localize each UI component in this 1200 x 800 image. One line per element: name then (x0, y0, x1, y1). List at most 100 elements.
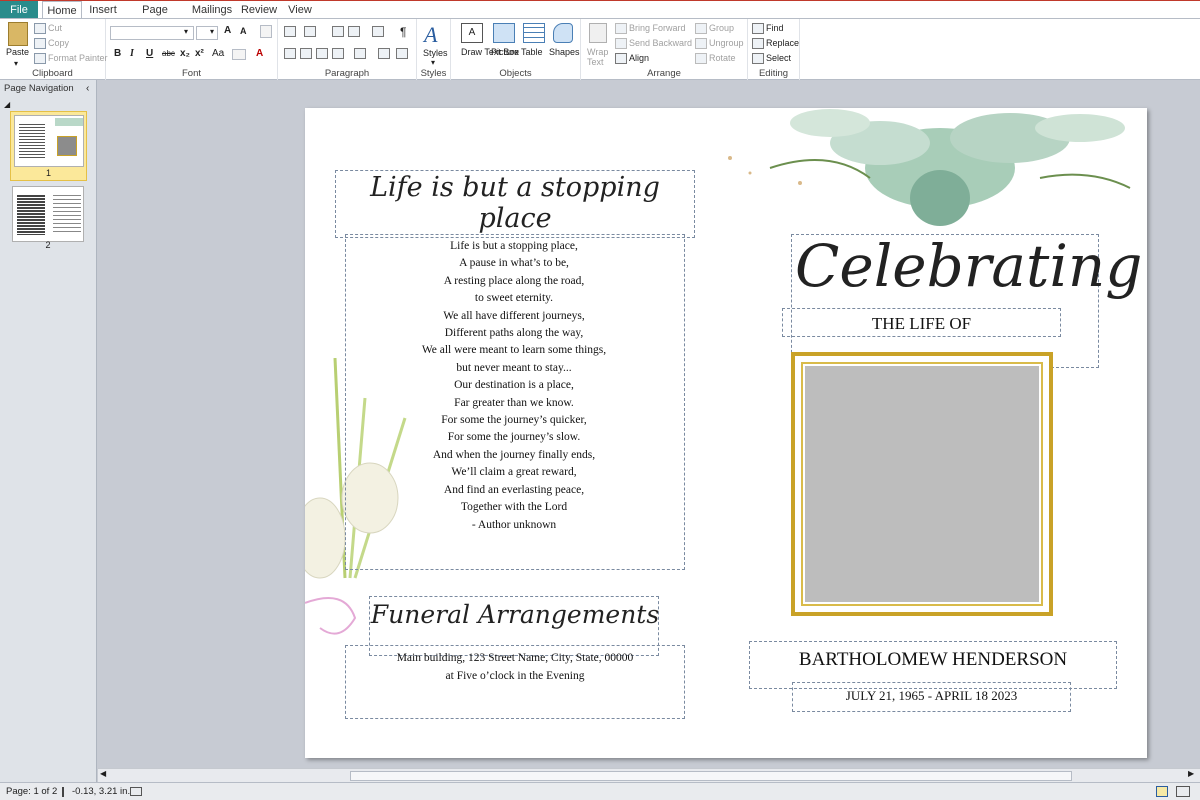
object-size-icon (130, 787, 142, 796)
ribbon: Paste ▾ Cut Copy Format Painter Clipboar… (0, 18, 1200, 80)
increase-indent-icon[interactable] (348, 26, 360, 37)
format-painter-button[interactable]: Format Painter (48, 53, 108, 63)
paste-dropdown-icon[interactable]: ▾ (14, 59, 18, 68)
tab-file[interactable]: File (0, 1, 38, 19)
page-number-2: 2 (45, 240, 51, 250)
bring-forward-button[interactable]: Bring Forward (629, 23, 686, 33)
align-icon (615, 53, 627, 64)
paragraph-group: ¶ Paragraph (278, 19, 417, 80)
align-button[interactable]: Align (629, 53, 649, 63)
bullets-icon[interactable] (284, 26, 296, 37)
paragraph-label: Paragraph (324, 68, 370, 79)
poem-line: And find an everlasting peace, (443, 483, 585, 496)
picture-icon (493, 23, 515, 43)
deceased-name: BARTHOLOMEW HENDERSON (798, 649, 1068, 670)
rotate-icon (695, 53, 707, 64)
objects-group: A Draw Text Box Picture Table Shapes Obj… (451, 19, 581, 80)
copy-button[interactable]: Copy (48, 38, 69, 48)
scroll-right-icon[interactable]: ▶ (1188, 769, 1194, 778)
funeral-time: at Five o’clock in the Evening (445, 670, 585, 682)
italic-button[interactable]: I (130, 48, 134, 59)
subscript-button[interactable]: x₂ (180, 48, 190, 59)
tab-insert[interactable]: Insert (86, 1, 120, 19)
font-name-dropdown-icon[interactable]: ▾ (184, 27, 188, 36)
text-box-icon: A (461, 23, 483, 43)
funeral-title: Funeral Arrangements (370, 600, 660, 629)
picture-button[interactable]: Picture (491, 47, 519, 57)
align-right-icon[interactable] (316, 48, 328, 59)
poem-line: but never meant to stay... (456, 361, 572, 374)
photo-placeholder[interactable] (805, 366, 1039, 602)
clear-formatting-icon[interactable] (260, 25, 272, 38)
paste-button[interactable]: Paste (6, 47, 29, 57)
shapes-button[interactable]: Shapes (549, 47, 580, 57)
page-indicator[interactable]: Page: 1 of 2 (6, 786, 57, 797)
shrink-font-button[interactable]: A (240, 26, 247, 36)
group-button[interactable]: Group (709, 23, 734, 33)
align-center-icon[interactable] (300, 48, 312, 59)
numbering-icon[interactable] (304, 26, 316, 37)
cut-button[interactable]: Cut (48, 23, 62, 33)
left-title: Life is but a stopping place (370, 172, 660, 234)
tab-review[interactable]: Review (240, 1, 278, 19)
poem-line: For some the journey’s quicker, (441, 414, 587, 427)
line-spacing-icon[interactable] (354, 48, 366, 59)
select-icon (752, 53, 764, 64)
align-left-icon[interactable] (284, 48, 296, 59)
expand-pages-icon[interactable]: ◢ (4, 100, 10, 109)
find-icon (752, 23, 764, 34)
character-spacing-icon[interactable] (232, 49, 246, 60)
font-size-select[interactable] (196, 26, 218, 40)
scrollbar-thumb[interactable] (350, 771, 1072, 781)
styles-dropdown-icon[interactable]: ▾ (431, 58, 435, 67)
find-button[interactable]: Find (766, 23, 784, 33)
single-page-view-icon[interactable] (1156, 786, 1168, 797)
select-button[interactable]: Select (766, 53, 791, 63)
show-formatting-button[interactable]: ¶ (400, 25, 406, 39)
paste-icon (8, 22, 28, 46)
grow-font-button[interactable]: A (224, 25, 231, 36)
thumb1-leaves (55, 118, 83, 126)
justify-icon[interactable] (332, 48, 344, 59)
two-page-view-icon[interactable] (1176, 786, 1190, 797)
life-dates: JULY 21, 1965 - APRIL 18 2023 (845, 688, 1018, 703)
page-thumbnail-1 (14, 115, 84, 167)
poem-line: - Author unknown (471, 518, 557, 531)
copy-icon (34, 38, 46, 49)
strikethrough-button[interactable]: abc (162, 49, 175, 58)
columns-icon[interactable] (372, 26, 384, 37)
borders-icon[interactable] (396, 48, 408, 59)
font-size-dropdown-icon[interactable]: ▾ (210, 27, 214, 36)
funeral-address: Main building, 123 Street Name, City, St… (396, 652, 634, 664)
ungroup-button[interactable]: Ungroup (709, 38, 744, 48)
styles-button[interactable]: Styles (423, 48, 448, 58)
replace-button[interactable]: Replace (766, 38, 799, 48)
scroll-left-icon[interactable]: ◀ (100, 769, 106, 778)
page-thumbnail-2[interactable] (12, 186, 84, 242)
underline-button[interactable]: U (146, 48, 153, 59)
decrease-indent-icon[interactable] (332, 26, 344, 37)
format-painter-icon (34, 53, 46, 64)
arrange-group: Wrap Text Bring Forward Send Backward Al… (581, 19, 748, 80)
shapes-icon (553, 23, 573, 43)
poem-line: Together with the Lord (460, 501, 568, 514)
rotate-button[interactable]: Rotate (709, 53, 736, 63)
tab-page-design[interactable]: Page Design (126, 1, 184, 34)
clipboard-label: Clipboard (32, 68, 73, 79)
tab-view[interactable]: View (284, 1, 316, 19)
horizontal-scrollbar[interactable]: ◀ ▶ (98, 768, 1200, 782)
tab-mailings[interactable]: Mailings (190, 1, 234, 19)
greenery-decoration (728, 109, 1131, 226)
collapse-pane-icon[interactable]: ‹ (86, 83, 89, 94)
font-name-select[interactable] (110, 26, 194, 40)
shading-icon[interactable] (378, 48, 390, 59)
superscript-button[interactable]: x² (195, 48, 204, 59)
bold-button[interactable]: B (114, 48, 121, 59)
font-color-button[interactable]: A (256, 48, 263, 59)
change-case-button[interactable]: Aa (212, 48, 224, 59)
send-backward-button[interactable]: Send Backward (629, 38, 692, 48)
table-button[interactable]: Table (521, 47, 543, 57)
wrap-text-button[interactable]: Wrap Text (587, 47, 611, 67)
poem-line: Far greater than we know. (454, 396, 574, 409)
page-thumbnail-1-selected[interactable]: 1 (10, 111, 87, 181)
